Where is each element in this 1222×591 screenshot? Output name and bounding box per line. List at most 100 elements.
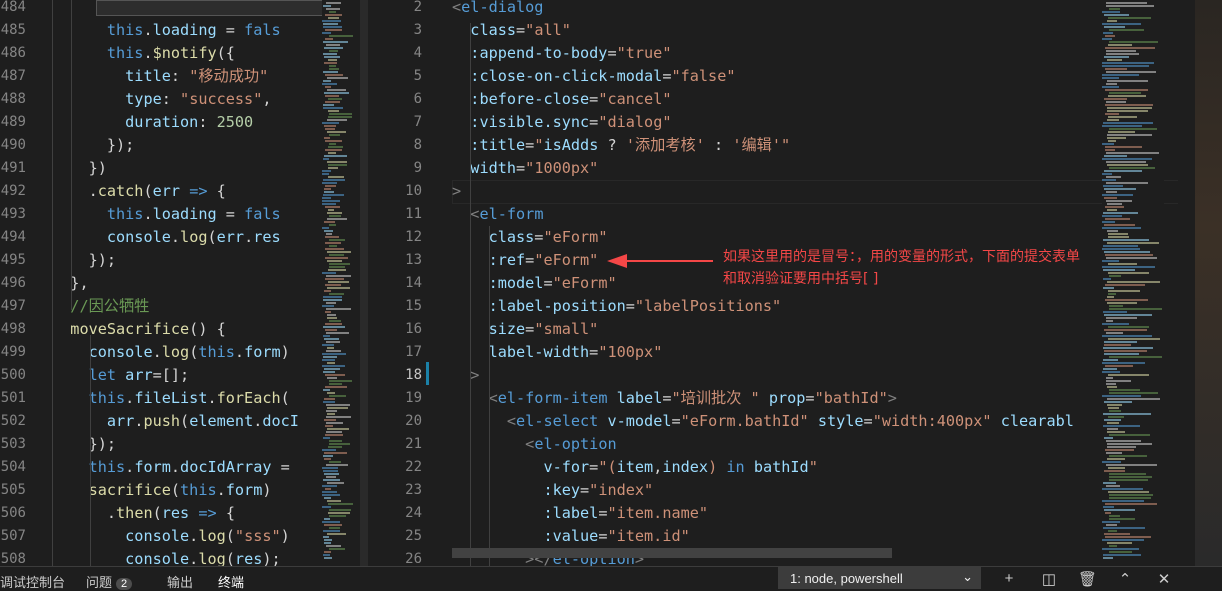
minimap-line: [322, 200, 340, 202]
minimap-line: [1109, 356, 1162, 358]
tab-problems[interactable]: 问题 2: [86, 572, 133, 591]
terminal-select[interactable]: 1: node, powershell ⌄: [778, 567, 981, 589]
code-line[interactable]: this.fileList.forEach(: [52, 387, 290, 410]
minimap-line: [1107, 107, 1152, 109]
line-number: 492: [0, 183, 26, 199]
horizontal-scrollbar[interactable]: [452, 548, 892, 558]
minimap-line: [1102, 194, 1133, 196]
code-line[interactable]: label-width="100px": [452, 341, 663, 364]
line-number: 485: [0, 22, 26, 38]
code-line[interactable]: this.$notify({: [52, 42, 235, 65]
code-line[interactable]: <el-form-item label="培训批次 " prop="bathId…: [452, 387, 897, 410]
line-number: 22: [405, 459, 422, 475]
code-line[interactable]: :before-close="cancel": [452, 88, 671, 111]
minimap-line: [325, 278, 344, 280]
code-line[interactable]: console.log(res);: [52, 548, 281, 566]
floating-toolbar[interactable]: [96, 0, 328, 16]
code-line[interactable]: .catch(err => {: [52, 180, 226, 203]
minimap-line: [1103, 413, 1151, 415]
code-line[interactable]: let arr=[];: [52, 364, 190, 387]
minimap-line: [325, 14, 342, 16]
code-line[interactable]: size="small": [452, 318, 599, 341]
minimap-line: [1104, 437, 1113, 439]
code-line[interactable]: });: [52, 433, 116, 456]
left-scrollbar[interactable]: [360, 0, 368, 566]
code-line[interactable]: :label-position="labelPositions": [452, 295, 782, 318]
code-line[interactable]: console.log(this.form): [52, 341, 290, 364]
plus-icon[interactable]: +: [1000, 570, 1018, 587]
tab-debug-console[interactable]: 调试控制台: [0, 572, 65, 591]
left-editor-pane[interactable]: 484 485 486 487 488 489 490 491 492 493 494 495 496 4…: [0, 0, 370, 566]
left-minimap[interactable]: [322, 0, 358, 566]
line-number: 16: [405, 321, 422, 337]
minimap-line: [1104, 98, 1127, 100]
code-line[interactable]: moveSacrifice() {: [52, 318, 225, 341]
code-line[interactable]: :label="item.name": [452, 502, 708, 525]
terminal-select-value: 1: node, powershell: [790, 571, 903, 586]
minimap-line: [1109, 92, 1141, 94]
code-line[interactable]: console.log("sss"): [52, 525, 290, 548]
minimap-line: [324, 221, 335, 223]
minimap-line: [1108, 140, 1116, 142]
minimap-line: [329, 263, 350, 265]
minimap-line: [327, 287, 350, 289]
minimap-line: [1102, 395, 1141, 397]
trash-icon[interactable]: 🗑: [1078, 570, 1097, 588]
code-line[interactable]: width="1000px": [452, 157, 598, 180]
code-line[interactable]: :key="index": [452, 479, 653, 502]
minimap-line: [323, 326, 345, 328]
code-line[interactable]: });: [52, 249, 116, 272]
code-line[interactable]: //因公牺牲: [52, 295, 149, 318]
code-line[interactable]: :value="item.id": [452, 525, 689, 548]
code-line[interactable]: :append-to-body="true": [452, 42, 671, 65]
code-line[interactable]: >: [452, 364, 479, 387]
code-line[interactable]: :model="eForm": [452, 272, 617, 295]
split-icon[interactable]: ◫: [1040, 570, 1058, 588]
line-number: 7: [413, 114, 422, 130]
tab-output[interactable]: 输出: [167, 572, 193, 591]
code-line[interactable]: this.loading = fals: [52, 19, 281, 42]
minimap-line: [1109, 479, 1148, 481]
minimap-line: [1109, 389, 1140, 391]
code-line[interactable]: });: [52, 134, 134, 157]
code-line[interactable]: >: [452, 180, 461, 203]
code-line[interactable]: <el-select v-model="eForm.bathId" style=…: [452, 410, 1074, 433]
code-line[interactable]: this.form.docIdArray =: [52, 456, 290, 479]
minimap-line: [324, 62, 337, 64]
tab-terminal[interactable]: 终端: [218, 572, 244, 591]
minimap-line: [324, 473, 339, 475]
minimap-line: [324, 497, 331, 499]
code-line[interactable]: this.loading = fals: [52, 203, 281, 226]
minimap-line: [329, 461, 341, 463]
chevron-up-icon[interactable]: ⌃: [1116, 570, 1134, 588]
code-line[interactable]: .then(res => {: [52, 502, 235, 525]
minimap-line: [322, 449, 336, 451]
code-line[interactable]: title: "移动成功": [52, 65, 268, 88]
minimap-line: [1108, 131, 1135, 133]
minimap-line: [323, 71, 338, 73]
line-number: 24: [405, 505, 422, 521]
indent-guide: [470, 23, 471, 566]
close-icon[interactable]: ✕: [1155, 570, 1173, 588]
minimap-line: [326, 422, 343, 424]
code-line[interactable]: <el-dialog: [452, 0, 543, 19]
code-line[interactable]: class="eForm": [452, 226, 608, 249]
code-line[interactable]: :ref="eForm": [452, 249, 599, 272]
code-line[interactable]: sacrifice(this.form): [52, 479, 272, 502]
code-line[interactable]: :visible.sync="dialog": [452, 111, 671, 134]
line-number: 9: [413, 160, 422, 176]
minimap-line: [329, 254, 344, 256]
code-line[interactable]: :close-on-click-modal="false": [452, 65, 735, 88]
code-line[interactable]: duration: 2500: [52, 111, 253, 134]
code-line[interactable]: <el-form: [452, 203, 543, 226]
code-line[interactable]: <el-option: [452, 433, 616, 456]
code-line[interactable]: type: "success",: [52, 88, 271, 111]
minimap-line: [1105, 218, 1130, 220]
minimap-line: [324, 155, 347, 157]
code-line[interactable]: }): [52, 157, 107, 180]
code-line[interactable]: v-for="(item,index) in bathId": [452, 456, 817, 479]
code-line[interactable]: console.log(err.res: [52, 226, 281, 249]
minimap-line: [1102, 86, 1119, 88]
code-line[interactable]: :title="isAdds ? '添加考核' : '编辑'": [452, 134, 790, 157]
minimap-line: [322, 173, 329, 175]
